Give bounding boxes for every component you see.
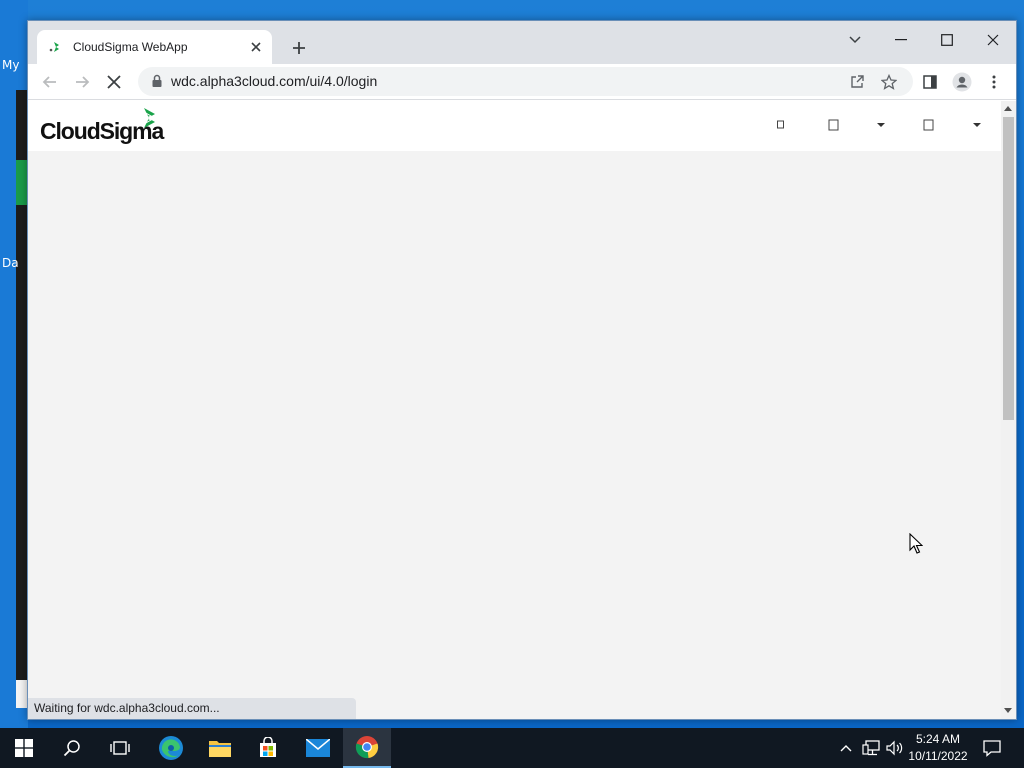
- arrow-left-icon[interactable]: [36, 68, 64, 96]
- chrome-icon[interactable]: [343, 728, 391, 768]
- dropdown-caret-icon[interactable]: [973, 123, 981, 127]
- placeholder-icon[interactable]: [775, 118, 787, 132]
- tab-search-icon[interactable]: [832, 25, 878, 55]
- tab-strip: CloudSigma WebApp: [28, 21, 1016, 64]
- scroll-up-icon[interactable]: [1004, 106, 1012, 111]
- edge-icon[interactable]: [147, 728, 195, 768]
- cloudsigma-mark-icon: [143, 108, 155, 128]
- clock-time: 5:24 AM: [915, 732, 961, 746]
- site-header: CloudSigma: [28, 101, 1001, 151]
- page-scrollbar[interactable]: [1001, 101, 1016, 719]
- side-panel-icon[interactable]: [916, 68, 944, 96]
- store-icon[interactable]: [244, 728, 292, 768]
- status-bubble: Waiting for wdc.alpha3cloud.com...: [28, 698, 356, 719]
- scroll-down-icon[interactable]: [1004, 708, 1012, 713]
- desktop-icon-label[interactable]: My: [2, 58, 19, 72]
- close-icon[interactable]: [970, 25, 1016, 55]
- desktop-icon-label[interactable]: Da: [2, 256, 19, 270]
- bookmark-star-icon[interactable]: [878, 71, 900, 93]
- clock-date: 10/11/2022: [908, 749, 968, 763]
- tab-cloudsigma[interactable]: CloudSigma WebApp: [37, 30, 272, 64]
- plus-icon[interactable]: [287, 36, 311, 60]
- file-explorer-icon[interactable]: [196, 728, 244, 768]
- share-icon[interactable]: [846, 71, 868, 93]
- maximize-icon[interactable]: [924, 25, 970, 55]
- windows-start-icon[interactable]: [0, 728, 48, 768]
- kebab-menu-icon[interactable]: [980, 68, 1008, 96]
- close-icon[interactable]: [246, 37, 266, 57]
- stop-loading-icon[interactable]: [100, 68, 128, 96]
- browser-toolbar: wdc.alpha3cloud.com/ui/4.0/login: [28, 64, 1016, 100]
- chevron-up-icon[interactable]: [836, 728, 856, 768]
- task-view-icon[interactable]: [96, 728, 144, 768]
- placeholder-icon[interactable]: [923, 118, 935, 132]
- taskbar-clock[interactable]: 5:24 AM 10/11/2022: [902, 731, 974, 765]
- mouse-cursor-icon: [909, 533, 923, 554]
- cloudsigma-favicon-icon: [47, 39, 63, 55]
- scrollbar-thumb[interactable]: [1003, 117, 1014, 420]
- taskbar: 5:24 AM 10/11/2022: [0, 728, 1024, 768]
- browser-window: CloudSigma WebApp wdc.alpha3cloud.com/ui…: [27, 20, 1017, 720]
- mail-icon[interactable]: [294, 728, 342, 768]
- profile-icon[interactable]: [948, 68, 976, 96]
- search-icon[interactable]: [48, 728, 96, 768]
- page-viewport: CloudSigma: [28, 101, 1001, 719]
- tab-title: CloudSigma WebApp: [73, 40, 188, 54]
- minimize-icon[interactable]: [878, 25, 924, 55]
- url-text[interactable]: wdc.alpha3cloud.com/ui/4.0/login: [171, 67, 377, 96]
- address-bar[interactable]: wdc.alpha3cloud.com/ui/4.0/login: [138, 67, 913, 96]
- dropdown-caret-icon[interactable]: [877, 123, 885, 127]
- lock-icon[interactable]: [150, 74, 164, 88]
- notification-icon[interactable]: [978, 728, 1006, 768]
- network-icon[interactable]: [860, 728, 882, 768]
- arrow-right-icon[interactable]: [68, 68, 96, 96]
- placeholder-icon[interactable]: [828, 118, 840, 132]
